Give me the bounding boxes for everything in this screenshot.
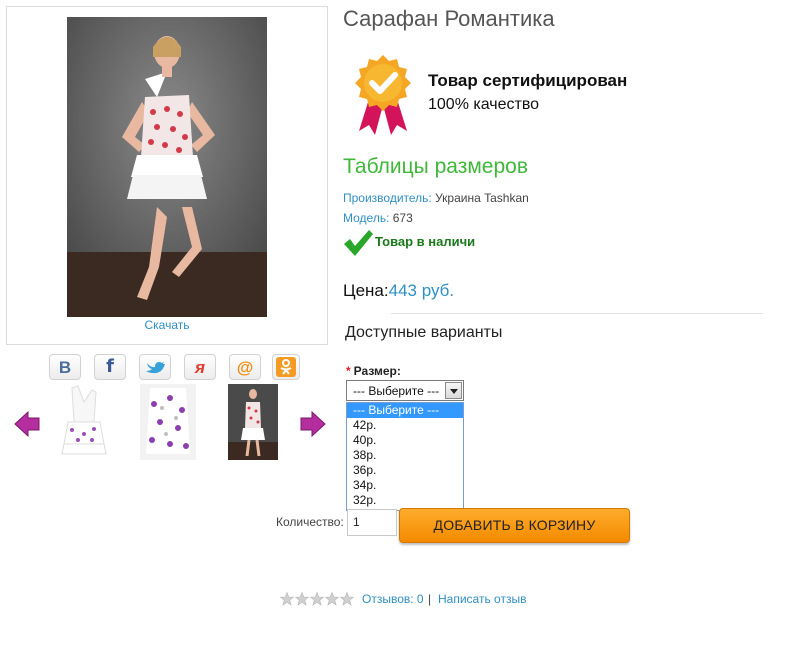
add-to-cart-button[interactable]: ДОБАВИТЬ В КОРЗИНУ <box>399 508 630 543</box>
reviews-count-link[interactable]: Отзывов: 0 <box>362 592 424 606</box>
size-option[interactable]: 34р. <box>347 478 463 493</box>
manufacturer-line: Производитель: Украина Tashkan <box>343 191 529 205</box>
price-label: Цена: <box>343 281 389 300</box>
thumbnail-3[interactable] <box>228 384 278 460</box>
vk-icon: В <box>58 357 72 377</box>
facebook-icon: f <box>106 356 114 377</box>
carousel-prev-arrow-icon[interactable] <box>14 410 40 438</box>
size-option[interactable]: 32р. <box>347 493 463 508</box>
mailru-share-button[interactable]: @ <box>229 354 261 380</box>
size-tables-link[interactable]: Таблицы размеров <box>343 155 528 179</box>
yaru-icon: я <box>194 357 205 377</box>
thumbnail-2[interactable] <box>140 384 196 460</box>
chevron-down-icon[interactable] <box>445 382 462 399</box>
size-select[interactable]: --- Выберите --- <box>346 380 464 401</box>
divider <box>391 313 763 314</box>
twitter-share-button[interactable] <box>139 354 171 380</box>
carousel-next-arrow-icon[interactable] <box>300 410 326 438</box>
size-option[interactable]: 42р. <box>347 418 463 433</box>
model-value: 673 <box>389 211 413 225</box>
odnoklassniki-share-button[interactable] <box>272 354 300 380</box>
size-option[interactable]: 36р. <box>347 463 463 478</box>
quantity-label: Количество: <box>276 515 344 529</box>
manufacturer-label[interactable]: Производитель: <box>343 191 432 205</box>
write-review-link[interactable]: Написать отзыв <box>438 592 526 606</box>
size-option[interactable]: 38р. <box>347 448 463 463</box>
main-product-image-frame: Скачать <box>6 6 328 345</box>
facebook-share-button[interactable]: f <box>94 354 126 380</box>
certified-medal-icon <box>355 55 411 135</box>
rating-stars-icon <box>280 592 355 606</box>
size-dropdown-list: --- Выберите --- 42р. 40р. 38р. 36р. 34р… <box>346 402 464 511</box>
certificate-subtitle: 100% качество <box>428 96 540 113</box>
quantity-input[interactable]: 1 <box>347 509 397 536</box>
manufacturer-value: Украина Tashkan <box>431 191 529 205</box>
model-label: Модель: <box>343 211 390 225</box>
twitter-icon <box>146 362 165 374</box>
size-label-text: Размер: <box>353 364 401 378</box>
product-title: Сарафан Романтика <box>343 6 555 31</box>
mailru-icon: @ <box>236 357 254 377</box>
in-stock-check-icon <box>344 230 373 256</box>
certificate-title: Товар сертифицирован <box>428 71 628 90</box>
variants-title: Доступные варианты <box>345 324 503 341</box>
model-line: Модель: 673 <box>343 211 413 225</box>
required-mark: * <box>346 364 351 378</box>
product-photo[interactable] <box>67 17 267 317</box>
size-option[interactable]: --- Выберите --- <box>347 403 463 418</box>
yaru-share-button[interactable]: я <box>184 354 216 380</box>
odnoklassniki-icon <box>276 357 296 377</box>
stock-status: Товар в наличи <box>375 234 476 249</box>
price-value: 443 руб. <box>388 281 455 300</box>
reviews-separator: | <box>428 592 432 606</box>
size-select-value: --- Выберите --- <box>353 384 440 398</box>
size-option[interactable]: 40р. <box>347 433 463 448</box>
vk-share-button[interactable]: В <box>49 354 81 380</box>
price-line: Цена:443 руб. <box>343 281 454 301</box>
download-link[interactable]: Скачать <box>7 318 327 332</box>
thumbnail-1[interactable] <box>58 384 110 460</box>
size-label: * Размер: <box>346 364 401 378</box>
